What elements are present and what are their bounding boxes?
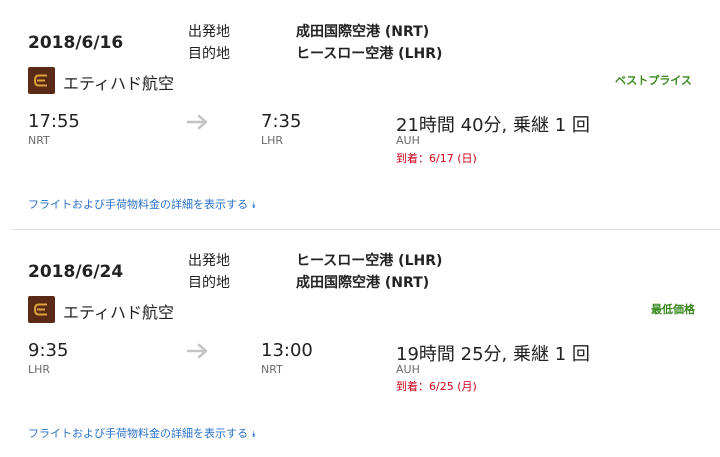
flight-date: 2018/6/24 bbox=[28, 262, 124, 282]
flight-details-link[interactable]: フライトおよび手荷物料金の詳細を表示する ⯯ bbox=[28, 196, 256, 212]
flight-card-return: 2018/6/24 出発地 目的地 ヒースロー空港 (LHR) 成田国際空港 (… bbox=[0, 230, 720, 457]
destination-label: 目的地 bbox=[188, 46, 230, 62]
connection-airport: AUH bbox=[396, 134, 420, 147]
arrival-date-note: 到着：6/17 (日) bbox=[396, 152, 477, 165]
flight-duration: 19時間 25分, 乗継 1 回 bbox=[396, 344, 590, 365]
origin-airport: ヒースロー空港 (LHR) bbox=[296, 253, 443, 269]
destination-airport: ヒースロー空港 (LHR) bbox=[296, 46, 443, 62]
departure-time: 17:55 bbox=[28, 111, 80, 132]
lowest-price-badge: 最低価格 bbox=[651, 303, 695, 316]
destination-airport: 成田国際空港 (NRT) bbox=[296, 275, 430, 291]
arrival-time: 7:35 bbox=[261, 111, 302, 132]
flight-card-outbound: 2018/6/16 出発地 目的地 成田国際空港 (NRT) ヒースロー空港 (… bbox=[0, 0, 720, 229]
double-chevron-down-icon[interactable]: ⯯ bbox=[251, 430, 256, 440]
best-price-badge: ベストプライス bbox=[615, 74, 692, 87]
airline-name: エティハド航空 bbox=[63, 303, 175, 322]
departure-time: 9:35 bbox=[28, 340, 69, 361]
departure-code: NRT bbox=[28, 134, 50, 147]
departure-code: LHR bbox=[28, 363, 51, 376]
arrival-date-note: 到着：6/25 (月) bbox=[396, 380, 477, 393]
flight-details-link[interactable]: フライトおよび手荷物料金の詳細を表示する ⯯ bbox=[28, 425, 256, 441]
arrival-code: LHR bbox=[261, 134, 284, 147]
origin-label: 出発地 bbox=[188, 24, 230, 40]
destination-label: 目的地 bbox=[188, 275, 230, 291]
flight-date: 2018/6/16 bbox=[28, 33, 124, 53]
details-link-label[interactable]: フライトおよび手荷物料金の詳細を表示する bbox=[28, 198, 248, 211]
double-chevron-down-icon[interactable]: ⯯ bbox=[251, 201, 256, 211]
origin-label: 出発地 bbox=[188, 253, 230, 269]
origin-airport: 成田国際空港 (NRT) bbox=[296, 24, 430, 40]
arrow-right-icon bbox=[186, 343, 210, 359]
connection-airport: AUH bbox=[396, 363, 420, 376]
etihad-logo-icon bbox=[28, 296, 55, 323]
arrival-time: 13:00 bbox=[261, 340, 313, 361]
etihad-logo-icon bbox=[28, 67, 55, 94]
arrival-code: NRT bbox=[261, 363, 283, 376]
arrow-right-icon bbox=[186, 114, 210, 130]
airline-name: エティハド航空 bbox=[63, 74, 175, 93]
flight-duration: 21時間 40分, 乗継 1 回 bbox=[396, 115, 590, 136]
details-link-label[interactable]: フライトおよび手荷物料金の詳細を表示する bbox=[28, 427, 248, 440]
